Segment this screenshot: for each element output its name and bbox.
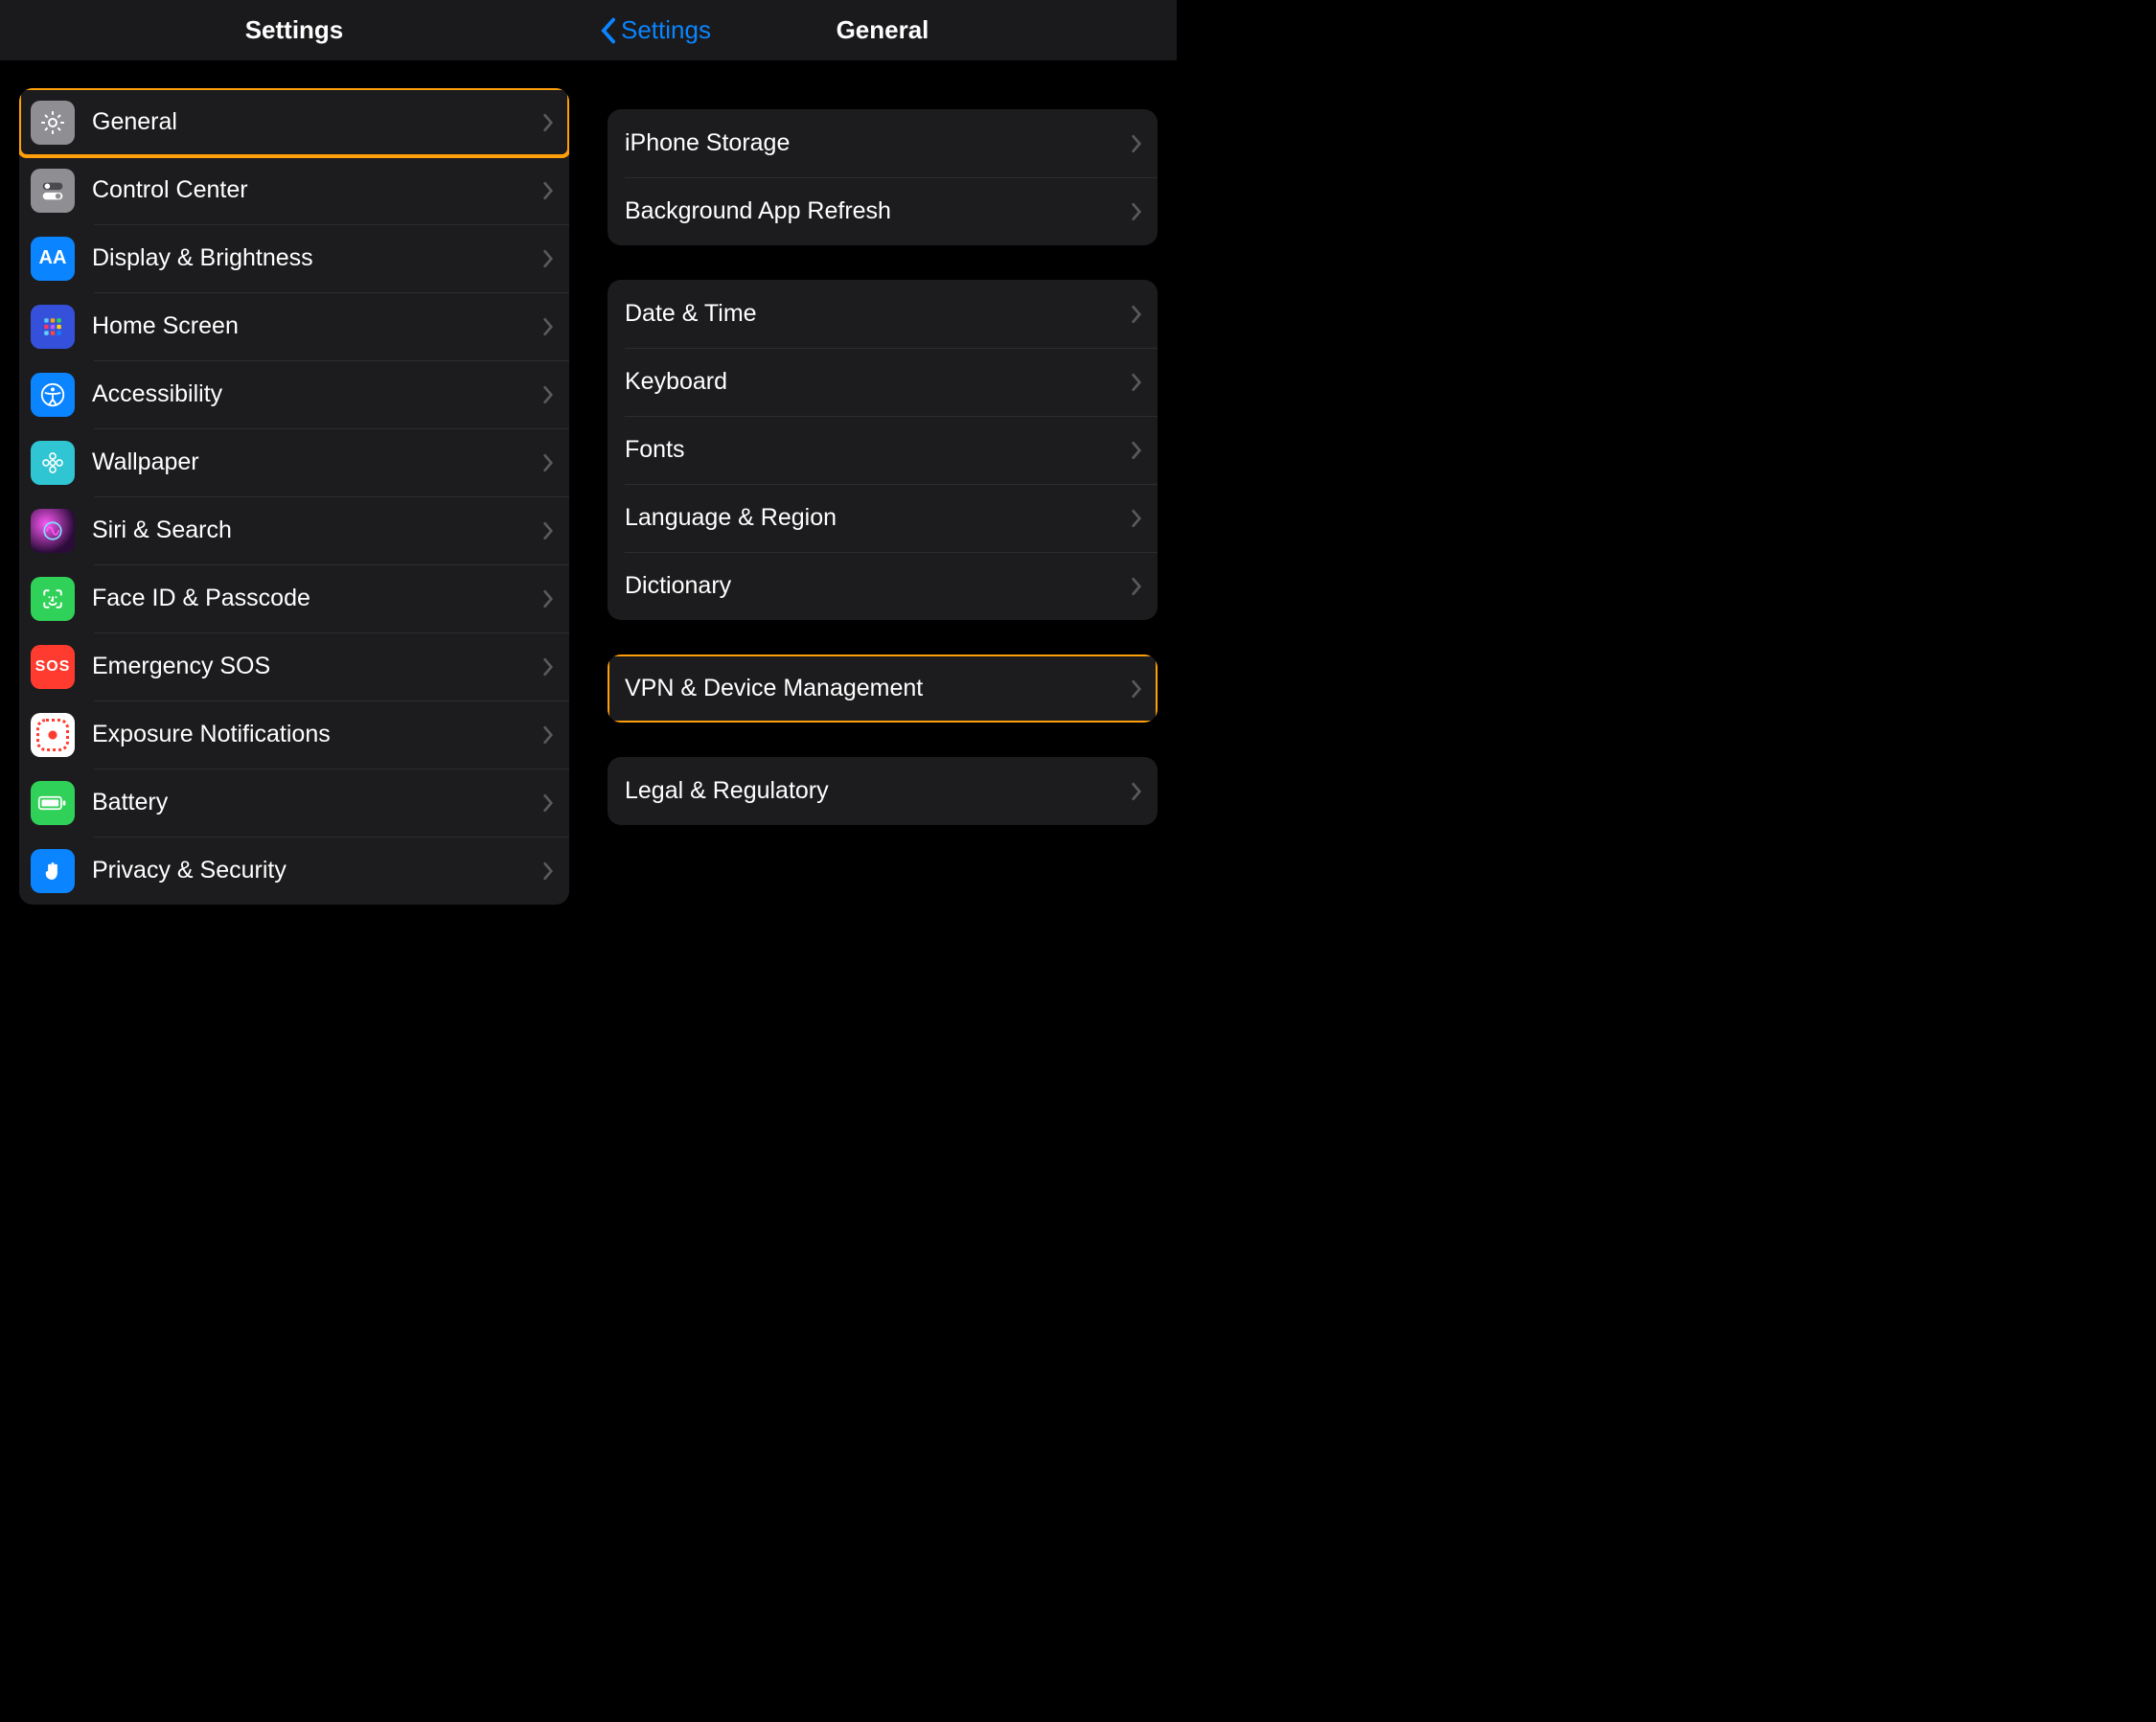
row-iphone-storage[interactable]: iPhone Storage: [608, 109, 1158, 177]
row-label: Face ID & Passcode: [92, 585, 542, 612]
settings-screen: Settings General Control Center: [0, 0, 588, 939]
row-control-center[interactable]: Control Center: [19, 156, 569, 224]
hand-icon: [31, 849, 75, 893]
general-screen: Settings General iPhone Storage Backgrou…: [588, 0, 1177, 939]
accessibility-icon: [31, 373, 75, 417]
row-vpn-device-management[interactable]: VPN & Device Management: [608, 654, 1158, 723]
row-label: Battery: [92, 789, 542, 816]
row-label: Siri & Search: [92, 517, 542, 544]
chevron-right-icon: [542, 181, 554, 200]
chevron-right-icon: [1131, 577, 1142, 596]
chevron-right-icon: [542, 793, 554, 813]
battery-icon: [31, 781, 75, 825]
chevron-left-icon: [600, 17, 617, 44]
row-label: Legal & Regulatory: [625, 777, 1131, 805]
faceid-icon: [31, 577, 75, 621]
row-label: General: [92, 108, 542, 136]
row-emergency-sos[interactable]: SOS Emergency SOS: [19, 632, 569, 700]
page-title: Settings: [0, 15, 588, 45]
row-label: Home Screen: [92, 312, 542, 340]
row-label: iPhone Storage: [625, 129, 1131, 157]
settings-group: General Control Center AA Display & Brig…: [19, 88, 569, 905]
row-label: Background App Refresh: [625, 197, 1131, 225]
chevron-right-icon: [542, 861, 554, 881]
back-label: Settings: [621, 15, 711, 45]
row-dictionary[interactable]: Dictionary: [608, 552, 1158, 620]
flower-icon: [31, 441, 75, 485]
chevron-right-icon: [1131, 679, 1142, 699]
row-siri-search[interactable]: Siri & Search: [19, 496, 569, 564]
gear-icon: [31, 101, 75, 145]
settings-list: General Control Center AA Display & Brig…: [0, 61, 588, 939]
group-legal: Legal & Regulatory: [608, 757, 1158, 825]
row-label: Language & Region: [625, 504, 1131, 532]
chevron-right-icon: [542, 589, 554, 608]
group-vpn: VPN & Device Management: [608, 654, 1158, 723]
chevron-right-icon: [542, 385, 554, 404]
general-list: iPhone Storage Background App Refresh Da…: [588, 61, 1177, 939]
chevron-right-icon: [1131, 782, 1142, 801]
row-label: VPN & Device Management: [625, 675, 1131, 702]
chevron-right-icon: [1131, 202, 1142, 221]
row-label: Control Center: [92, 176, 542, 204]
row-label: Privacy & Security: [92, 857, 542, 884]
chevron-right-icon: [542, 249, 554, 268]
group-input: Date & Time Keyboard Fonts Language & Re…: [608, 280, 1158, 620]
row-label: Exposure Notifications: [92, 721, 542, 748]
siri-icon: [31, 509, 75, 553]
row-privacy-security[interactable]: Privacy & Security: [19, 837, 569, 905]
row-label: Keyboard: [625, 368, 1131, 396]
chevron-right-icon: [1131, 305, 1142, 324]
row-label: Emergency SOS: [92, 653, 542, 680]
row-label: Display & Brightness: [92, 244, 542, 272]
chevron-right-icon: [542, 725, 554, 745]
row-legal-regulatory[interactable]: Legal & Regulatory: [608, 757, 1158, 825]
row-faceid-passcode[interactable]: Face ID & Passcode: [19, 564, 569, 632]
sos-icon: SOS: [31, 645, 75, 689]
chevron-right-icon: [1131, 441, 1142, 460]
row-keyboard[interactable]: Keyboard: [608, 348, 1158, 416]
row-background-app-refresh[interactable]: Background App Refresh: [608, 177, 1158, 245]
back-button[interactable]: Settings: [600, 15, 711, 45]
chevron-right-icon: [542, 317, 554, 336]
row-display-brightness[interactable]: AA Display & Brightness: [19, 224, 569, 292]
chevron-right-icon: [1131, 373, 1142, 392]
row-exposure-notifications[interactable]: Exposure Notifications: [19, 700, 569, 769]
row-label: Date & Time: [625, 300, 1131, 328]
chevron-right-icon: [542, 521, 554, 540]
group-storage: iPhone Storage Background App Refresh: [608, 109, 1158, 245]
row-date-time[interactable]: Date & Time: [608, 280, 1158, 348]
switches-icon: [31, 169, 75, 213]
chevron-right-icon: [542, 657, 554, 677]
row-label: Accessibility: [92, 380, 542, 408]
navbar-settings: Settings: [0, 0, 588, 61]
chevron-right-icon: [1131, 509, 1142, 528]
row-battery[interactable]: Battery: [19, 769, 569, 837]
row-label: Dictionary: [625, 572, 1131, 600]
chevron-right-icon: [1131, 134, 1142, 153]
row-accessibility[interactable]: Accessibility: [19, 360, 569, 428]
row-language-region[interactable]: Language & Region: [608, 484, 1158, 552]
exposure-icon: [31, 713, 75, 757]
row-general[interactable]: General: [19, 88, 569, 156]
row-label: Wallpaper: [92, 448, 542, 476]
chevron-right-icon: [542, 113, 554, 132]
text-size-icon: AA: [31, 237, 75, 281]
navbar-general: Settings General: [588, 0, 1177, 61]
row-home-screen[interactable]: Home Screen: [19, 292, 569, 360]
chevron-right-icon: [542, 453, 554, 472]
row-wallpaper[interactable]: Wallpaper: [19, 428, 569, 496]
row-fonts[interactable]: Fonts: [608, 416, 1158, 484]
row-label: Fonts: [625, 436, 1131, 464]
grid-icon: [31, 305, 75, 349]
